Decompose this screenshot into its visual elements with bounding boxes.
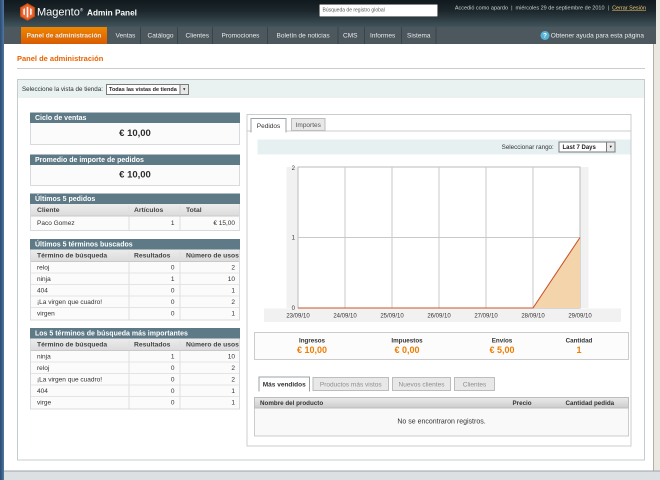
svg-text:23/09/10: 23/09/10 (286, 314, 310, 320)
svg-text:24/09/10: 24/09/10 (333, 314, 357, 320)
svg-text:27/09/10: 27/09/10 (474, 314, 498, 320)
svg-text:29/09/10: 29/09/10 (568, 314, 592, 320)
svg-text:25/09/10: 25/09/10 (380, 314, 404, 320)
svg-text:26/09/10: 26/09/10 (427, 314, 451, 320)
svg-text:28/09/10: 28/09/10 (521, 314, 545, 320)
